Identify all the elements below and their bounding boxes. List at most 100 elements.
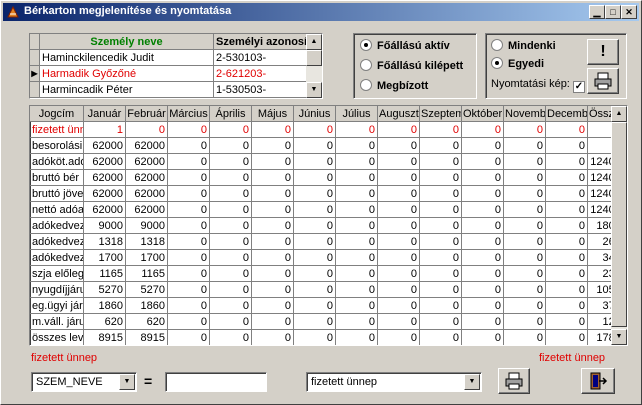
value-cell[interactable]: 0: [168, 298, 210, 314]
value-cell[interactable]: 0: [168, 330, 210, 345]
value-cell[interactable]: 0: [420, 298, 462, 314]
value-cell[interactable]: 0: [168, 138, 210, 154]
person-id-cell[interactable]: 2-530103-: [214, 50, 308, 66]
value-cell[interactable]: 0: [504, 250, 546, 266]
alert-button[interactable]: !: [587, 39, 619, 65]
value-cell[interactable]: 0: [168, 202, 210, 218]
value-cell[interactable]: 0: [378, 218, 420, 234]
print-button[interactable]: [498, 368, 530, 394]
value-cell[interactable]: 1165: [126, 266, 168, 282]
value-cell[interactable]: 0: [336, 154, 378, 170]
scroll-thumb[interactable]: [611, 122, 627, 327]
print-preview-checkbox[interactable]: ✓: [572, 81, 585, 93]
person-id-header[interactable]: Személyi azonosító: [214, 34, 308, 50]
value-cell[interactable]: 0: [252, 138, 294, 154]
value-cell[interactable]: 0: [252, 202, 294, 218]
value-cell[interactable]: 0: [210, 186, 252, 202]
value-cell[interactable]: 0: [294, 202, 336, 218]
maximize-button[interactable]: □: [605, 5, 621, 19]
value-cell[interactable]: 0: [294, 186, 336, 202]
dropdown-button[interactable]: ▼: [119, 374, 135, 390]
value-cell[interactable]: 0: [168, 266, 210, 282]
value-cell[interactable]: 62000: [126, 138, 168, 154]
value-cell[interactable]: 0: [168, 314, 210, 330]
value-cell[interactable]: 0: [378, 170, 420, 186]
value-cell[interactable]: 0: [336, 250, 378, 266]
value-cell[interactable]: 0: [504, 330, 546, 345]
value-cell[interactable]: 0: [378, 250, 420, 266]
column-header[interactable]: Február: [126, 106, 168, 122]
value-cell[interactable]: 0: [378, 330, 420, 345]
value-cell[interactable]: 0: [546, 218, 588, 234]
value-cell[interactable]: 0: [378, 154, 420, 170]
value-cell[interactable]: 62000: [84, 202, 126, 218]
value-cell[interactable]: 0: [294, 138, 336, 154]
person-grid-scrollbar[interactable]: ▲ ▼: [306, 34, 322, 98]
value-cell[interactable]: 0: [336, 330, 378, 345]
jogcim-cell[interactable]: bruttó bér: [30, 170, 84, 186]
value-cell[interactable]: 0: [378, 314, 420, 330]
print-preview-button[interactable]: [587, 68, 619, 94]
radio-megbizott[interactable]: Megbízott: [360, 78, 428, 94]
value-cell[interactable]: 62000: [84, 170, 126, 186]
value-cell[interactable]: 0: [294, 218, 336, 234]
value-cell[interactable]: 0: [168, 234, 210, 250]
jogcim-cell[interactable]: összes levonás: [30, 330, 84, 345]
column-header[interactable]: December: [546, 106, 588, 122]
value-cell[interactable]: 0: [546, 298, 588, 314]
value-cell[interactable]: 0: [294, 122, 336, 138]
value-cell[interactable]: 0: [210, 138, 252, 154]
close-button[interactable]: ✕: [621, 5, 637, 19]
jogcim-cell[interactable]: adóköt.adóelőleg: [30, 154, 84, 170]
column-header[interactable]: Július: [336, 106, 378, 122]
value-cell[interactable]: 1: [84, 122, 126, 138]
value-cell[interactable]: 0: [420, 282, 462, 298]
value-cell[interactable]: 9000: [84, 218, 126, 234]
jogcim-cell[interactable]: besorolási bér: [30, 138, 84, 154]
column-header[interactable]: Jogcím: [30, 106, 84, 122]
value-cell[interactable]: 0: [546, 122, 588, 138]
value-cell[interactable]: 0: [336, 186, 378, 202]
value-cell[interactable]: 9000: [126, 218, 168, 234]
value-cell[interactable]: 0: [462, 122, 504, 138]
jogcim-cell[interactable]: nyugdíjjárulék: [30, 282, 84, 298]
value-cell[interactable]: 0: [210, 298, 252, 314]
value-cell[interactable]: 5270: [126, 282, 168, 298]
value-cell[interactable]: 0: [378, 122, 420, 138]
value-cell[interactable]: 0: [210, 330, 252, 345]
value-cell[interactable]: 620: [126, 314, 168, 330]
person-name-cell[interactable]: Haminckilencedik Judit: [40, 50, 214, 66]
value-cell[interactable]: 0: [294, 154, 336, 170]
person-name-cell[interactable]: Harmadik Győzőné: [40, 66, 214, 82]
value-cell[interactable]: 0: [252, 218, 294, 234]
jogcim-cell[interactable]: adókedvezmény: [30, 218, 84, 234]
value-cell[interactable]: 0: [378, 138, 420, 154]
value-cell[interactable]: 0: [504, 186, 546, 202]
value-cell[interactable]: 0: [504, 218, 546, 234]
value-cell[interactable]: 62000: [126, 186, 168, 202]
value-cell[interactable]: 0: [336, 138, 378, 154]
value-cell[interactable]: 8915: [126, 330, 168, 345]
radio-foallasu-aktiv[interactable]: Főállású aktív: [360, 38, 450, 54]
jogcim-cell[interactable]: m.váll. járulék: [30, 314, 84, 330]
value-cell[interactable]: 0: [378, 282, 420, 298]
value-cell[interactable]: 0: [462, 202, 504, 218]
value-cell[interactable]: 0: [462, 218, 504, 234]
value-cell[interactable]: 0: [168, 170, 210, 186]
value-cell[interactable]: 0: [420, 202, 462, 218]
value-cell[interactable]: 1318: [84, 234, 126, 250]
value-cell[interactable]: 0: [210, 122, 252, 138]
value-cell[interactable]: 0: [294, 282, 336, 298]
value-cell[interactable]: 0: [504, 298, 546, 314]
value-cell[interactable]: 0: [462, 330, 504, 345]
value-cell[interactable]: 0: [336, 234, 378, 250]
value-cell[interactable]: 0: [210, 154, 252, 170]
value-cell[interactable]: 0: [462, 234, 504, 250]
value-cell[interactable]: 0: [504, 122, 546, 138]
value-cell[interactable]: 0: [546, 314, 588, 330]
value-cell[interactable]: 0: [378, 186, 420, 202]
value-cell[interactable]: 0: [252, 234, 294, 250]
value-cell[interactable]: 0: [210, 250, 252, 266]
value-cell[interactable]: 0: [210, 234, 252, 250]
value-cell[interactable]: 0: [420, 186, 462, 202]
